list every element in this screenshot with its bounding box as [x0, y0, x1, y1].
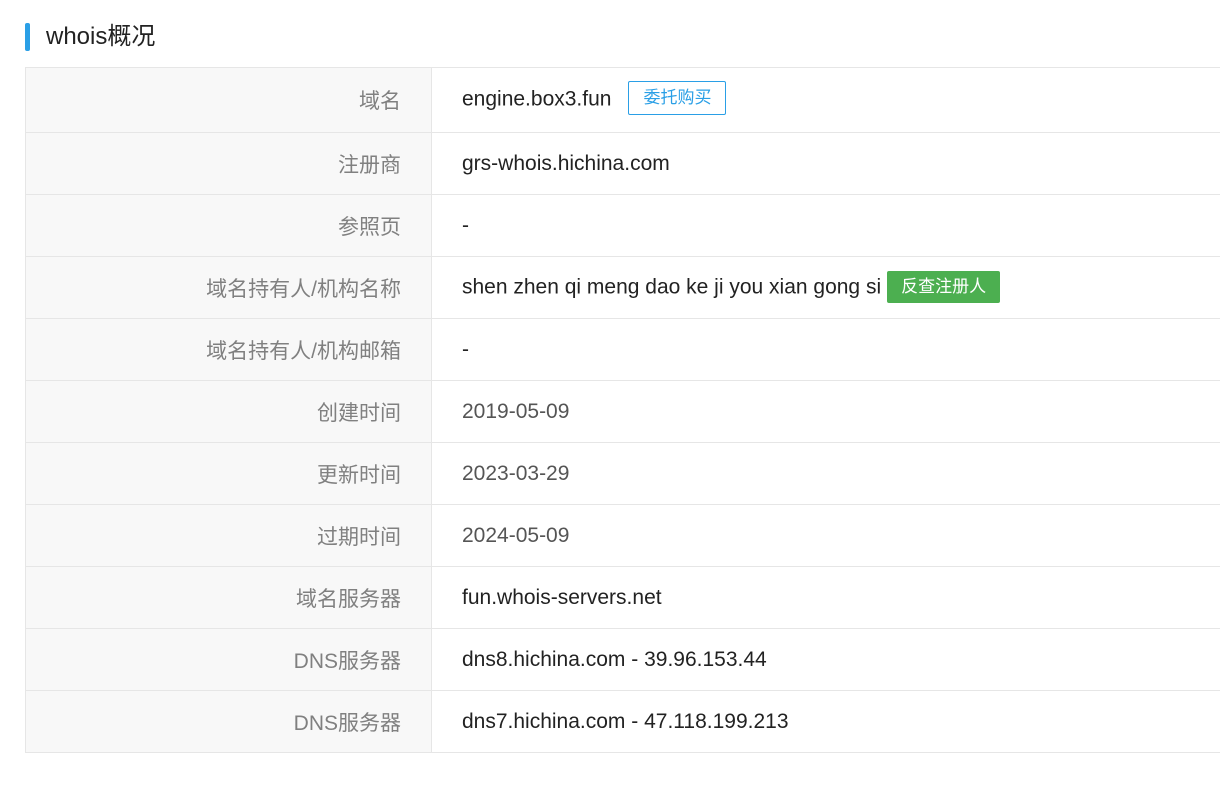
section-title: whois概况: [46, 23, 156, 50]
row-label: 创建时间: [25, 380, 432, 443]
created-date-value: 2019-05-09: [431, 380, 1220, 443]
table-row-whois-server: 域名服务器 fun.whois-servers.net: [25, 566, 1220, 629]
dns-server-value: dns7.hichina.com - 47.118.199.213: [431, 690, 1220, 753]
table-row-expires: 过期时间 2024-05-09: [25, 504, 1220, 567]
entrust-purchase-button[interactable]: 委托购买: [628, 81, 727, 115]
whois-server-value: fun.whois-servers.net: [431, 566, 1220, 629]
reference-page-value: -: [431, 194, 1220, 257]
row-label: 域名持有人/机构邮箱: [25, 318, 432, 381]
table-row-reference-page: 参照页 -: [25, 194, 1220, 257]
table-row-registrant-email: 域名持有人/机构邮箱 -: [25, 318, 1220, 381]
table-row-created: 创建时间 2019-05-09: [25, 380, 1220, 443]
registrant-email-value: -: [431, 318, 1220, 381]
registrant-name-value: shen zhen qi meng dao ke ji you xian gon…: [462, 275, 882, 299]
dns-server-value: dns8.hichina.com - 39.96.153.44: [431, 628, 1220, 691]
row-value-cell: engine.box3.fun 委托购买: [431, 67, 1220, 133]
row-label: DNS服务器: [25, 628, 432, 691]
accent-bar: [25, 23, 30, 51]
row-label: 注册商: [25, 132, 432, 195]
table-row-domain: 域名 engine.box3.fun 委托购买: [25, 67, 1220, 133]
updated-date-value: 2023-03-29: [431, 442, 1220, 505]
table-row-dns-server: DNS服务器 dns7.hichina.com - 47.118.199.213: [25, 690, 1220, 753]
table-row-registrant-name: 域名持有人/机构名称 shen zhen qi meng dao ke ji y…: [25, 256, 1220, 319]
table-row-updated: 更新时间 2023-03-29: [25, 442, 1220, 505]
registrar-value: grs-whois.hichina.com: [431, 132, 1220, 195]
section-header: whois概况: [25, 22, 155, 52]
table-row-dns-server: DNS服务器 dns8.hichina.com - 39.96.153.44: [25, 628, 1220, 691]
whois-table: 域名 engine.box3.fun 委托购买 注册商 grs-whois.hic…: [25, 67, 1220, 753]
row-label: 更新时间: [25, 442, 432, 505]
table-row-registrar: 注册商 grs-whois.hichina.com: [25, 132, 1220, 195]
row-label: 过期时间: [25, 504, 432, 567]
domain-value: engine.box3.fun: [462, 87, 612, 111]
row-label: DNS服务器: [25, 690, 432, 753]
row-label: 域名持有人/机构名称: [25, 256, 432, 319]
expiry-date-value: 2024-05-09: [431, 504, 1220, 567]
row-label: 域名: [25, 67, 432, 133]
row-label: 参照页: [25, 194, 432, 257]
row-label: 域名服务器: [25, 566, 432, 629]
reverse-lookup-registrant-button[interactable]: 反查注册人: [887, 270, 1001, 303]
row-value-cell: shen zhen qi meng dao ke ji you xian gon…: [431, 256, 1220, 319]
